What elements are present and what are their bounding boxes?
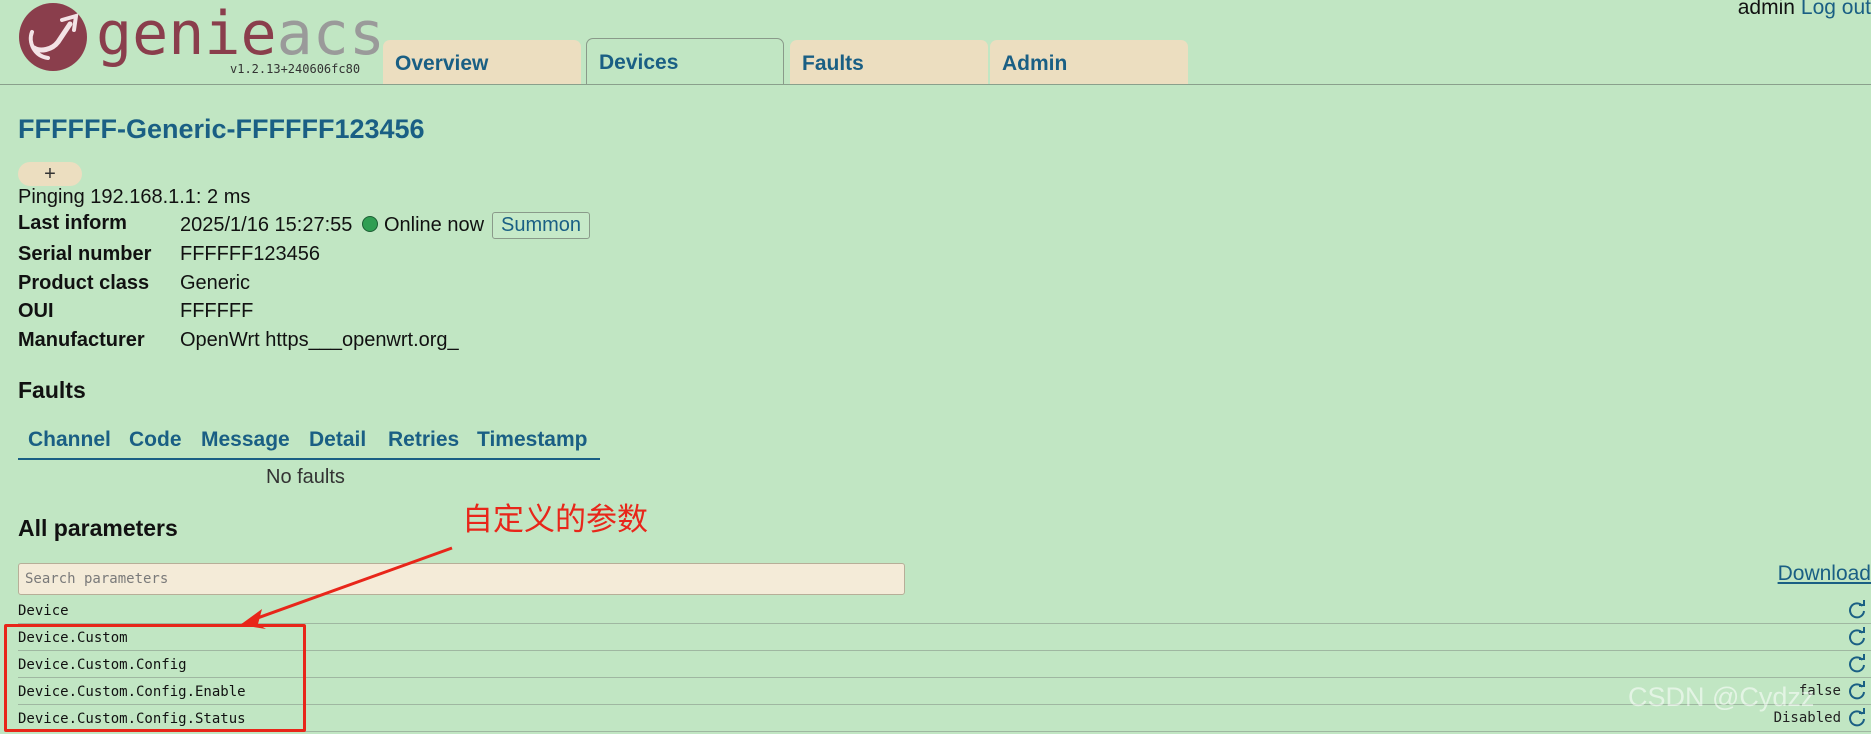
annotation-highlight-box bbox=[4, 624, 306, 732]
last-inform-value: 2025/1/16 15:27:55 Online now Summon bbox=[180, 212, 591, 239]
faults-col-detail[interactable]: Detail bbox=[309, 428, 366, 452]
page: genieacs v1.2.13+240606fc80 admin Log out… bbox=[0, 0, 1871, 734]
oui-label: OUI bbox=[18, 300, 54, 322]
refresh-icon[interactable] bbox=[1847, 654, 1867, 674]
nav-divider bbox=[0, 84, 1871, 85]
serial-label: Serial number bbox=[18, 243, 152, 265]
summon-button[interactable]: Summon bbox=[492, 212, 591, 239]
faults-empty-message: No faults bbox=[266, 466, 345, 488]
serial-value: FFFFFF123456 bbox=[180, 243, 321, 265]
faults-title: Faults bbox=[18, 377, 86, 403]
manufacturer-label: Manufacturer bbox=[18, 329, 145, 351]
add-tag-button[interactable]: + bbox=[18, 162, 82, 186]
online-status-icon bbox=[362, 216, 379, 232]
manufacturer-value: OpenWrt https___openwrt.org_ bbox=[180, 329, 459, 351]
refresh-icon[interactable] bbox=[1847, 681, 1867, 701]
faults-col-retries[interactable]: Retries bbox=[388, 428, 459, 452]
faults-table-header: Channel Code Message Detail Retries Time… bbox=[18, 428, 600, 460]
product-class-value: Generic bbox=[180, 272, 251, 294]
faults-col-timestamp[interactable]: Timestamp bbox=[477, 428, 588, 452]
tab-overview[interactable]: Overview bbox=[383, 40, 581, 85]
online-status-text: Online now bbox=[383, 214, 485, 236]
device-title: FFFFFF-Generic-FFFFFF123456 bbox=[18, 114, 425, 144]
faults-col-code[interactable]: Code bbox=[129, 428, 182, 452]
tab-devices[interactable]: Devices bbox=[586, 38, 784, 85]
ping-status: Pinging 192.168.1.1: 2 ms bbox=[18, 186, 251, 208]
logout-link[interactable]: Log out bbox=[1801, 0, 1871, 19]
watermark: CSDN @Cydzz bbox=[1628, 682, 1815, 712]
parameter-row: Device bbox=[18, 597, 1871, 624]
version-label: v1.2.13+240606fc80 bbox=[230, 62, 361, 76]
user-area: admin Log out bbox=[1738, 0, 1871, 20]
genieacs-logo[interactable]: genieacs v1.2.13+240606fc80 bbox=[18, 0, 385, 82]
faults-col-message[interactable]: Message bbox=[201, 428, 290, 452]
last-inform-label: Last inform bbox=[18, 212, 127, 234]
download-link[interactable]: Download bbox=[1778, 562, 1871, 586]
refresh-icon[interactable] bbox=[1847, 600, 1867, 620]
genieacs-logo-icon bbox=[19, 3, 87, 71]
tab-faults[interactable]: Faults bbox=[790, 40, 988, 85]
tab-admin[interactable]: Admin bbox=[990, 40, 1188, 85]
refresh-icon[interactable] bbox=[1847, 627, 1867, 647]
annotation-label: 自定义的参数 bbox=[462, 502, 648, 538]
faults-col-channel[interactable]: Channel bbox=[28, 428, 111, 452]
parameter-path: Device bbox=[18, 603, 69, 619]
search-parameters-input[interactable] bbox=[18, 563, 905, 595]
parameters-title: All parameters bbox=[18, 515, 178, 541]
oui-value: FFFFFF bbox=[180, 300, 254, 322]
refresh-icon[interactable] bbox=[1847, 708, 1867, 728]
username: admin bbox=[1737, 0, 1795, 19]
product-class-label: Product class bbox=[18, 272, 150, 294]
